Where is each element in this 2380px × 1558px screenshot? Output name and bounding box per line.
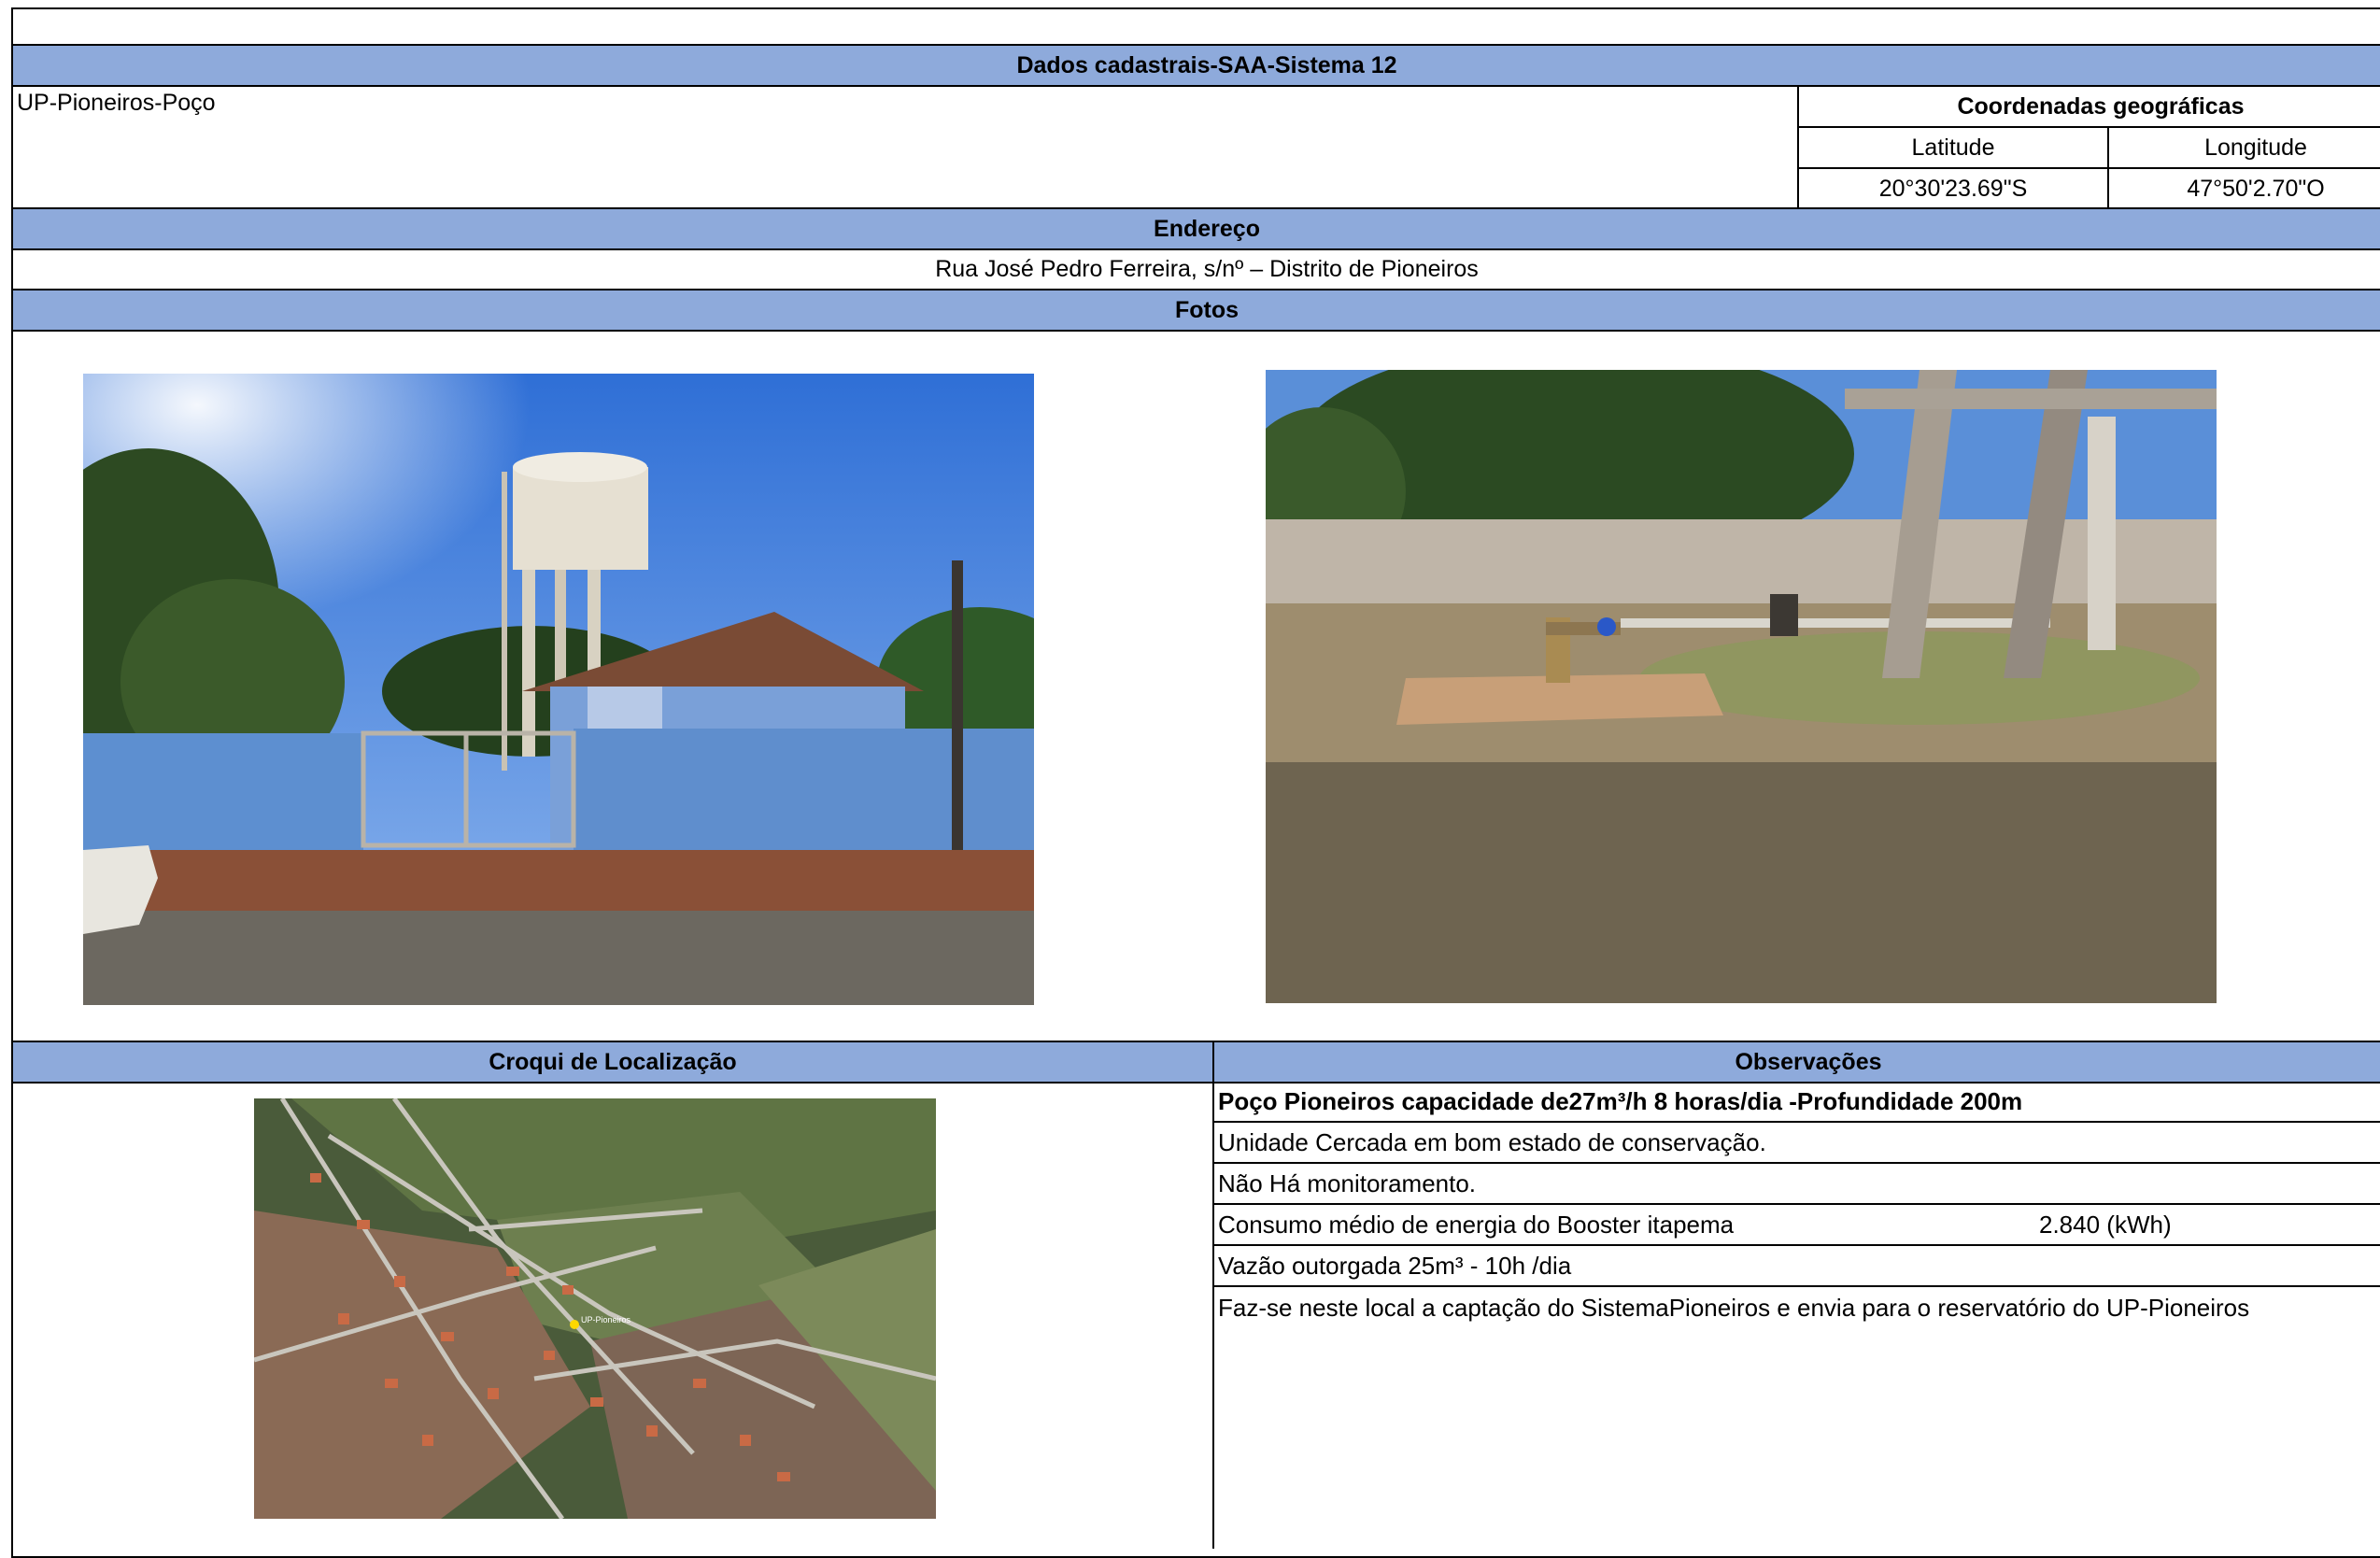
observacoes-header: Observações [1212,1041,2380,1084]
coords-header: Coordenadas geográficas [1797,85,2380,128]
page-title: Dados cadastrais-SAA-Sistema 12 [11,44,2380,87]
photo-water-tower [83,374,1034,1005]
croqui-header: Croqui de Localização [11,1041,1214,1084]
address-header: Endereço [11,207,2380,250]
obs-energy-label: Consumo médio de energia do Booster itap… [1218,1210,1735,1239]
location-map: UP-Pioneiros [254,1098,936,1519]
latitude-value: 20°30'23.69"S [1797,167,2109,210]
longitude-value: 47°50'2.70"O [2107,167,2380,210]
obs-line-5: Vazão outorgada 25m³ - 10h /dia [1214,1246,2380,1287]
obs-line-1: Poço Pioneiros capacidade de27m³/h 8 hor… [1214,1082,2380,1123]
unit-name: UP-Pioneiros-Poço [17,90,216,116]
map-pin-label: UP-Pioneiros [581,1315,631,1324]
obs-line-6: Faz-se neste local a captação do Sistema… [1218,1293,2250,1322]
longitude-label: Longitude [2107,126,2380,169]
photo-well-pump [1266,370,2217,1003]
photos-header: Fotos [11,289,2380,332]
obs-line-3: Não Há monitoramento. [1214,1164,2380,1205]
latitude-label: Latitude [1797,126,2109,169]
obs-line-4: Consumo médio de energia do Booster itap… [1214,1205,2380,1246]
address-value: Rua José Pedro Ferreira, s/nº – Distrito… [11,248,2380,291]
obs-line-2: Unidade Cercada em bom estado de conserv… [1214,1123,2380,1164]
obs-energy-value: 2.840 (kWh) [2039,1210,2172,1239]
